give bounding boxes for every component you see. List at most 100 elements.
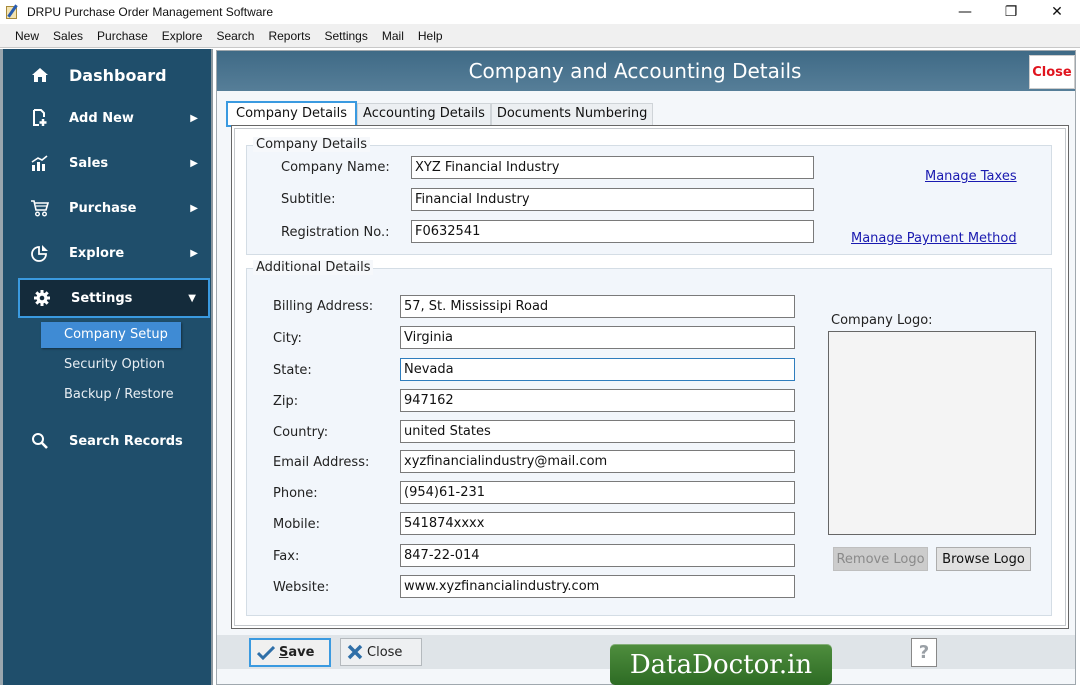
sidebar-item-add-new[interactable]: Add New ▶ bbox=[18, 98, 210, 138]
fax-label: Fax: bbox=[273, 549, 300, 564]
city-label: City: bbox=[273, 331, 302, 346]
add-document-icon bbox=[30, 109, 50, 127]
website-input[interactable] bbox=[400, 575, 795, 598]
menu-explore[interactable]: Explore bbox=[155, 25, 210, 47]
chart-up-icon bbox=[30, 155, 50, 171]
company-logo-label: Company Logo: bbox=[831, 313, 933, 328]
billing-address-label: Billing Address: bbox=[273, 299, 374, 314]
sidebar: Dashboard Add New ▶ Sales ▶ Purchase ▶ E… bbox=[0, 49, 213, 685]
x-icon bbox=[347, 644, 363, 660]
question-icon: ? bbox=[918, 642, 930, 663]
gear-icon bbox=[32, 289, 52, 307]
datadoctor-brand-badge: DataDoctor.in bbox=[610, 644, 832, 685]
window-close-button[interactable]: ✕ bbox=[1034, 0, 1080, 24]
chevron-down-icon: ▼ bbox=[188, 292, 196, 304]
close-icon: ✕ bbox=[1051, 4, 1063, 20]
tab-bar: Company Details Accounting Details Docum… bbox=[226, 101, 654, 127]
title-bar: DRPU Purchase Order Management Software … bbox=[0, 0, 1080, 24]
chevron-right-icon: ▶ bbox=[190, 157, 198, 169]
company-details-group: Company Details Company Name: Subtitle: … bbox=[246, 137, 1052, 255]
save-button[interactable]: Save bbox=[249, 638, 331, 667]
chevron-right-icon: ▶ bbox=[190, 247, 198, 259]
main-panel: Company and Accounting Details Close Com… bbox=[216, 50, 1076, 685]
tab-accounting-details[interactable]: Accounting Details bbox=[357, 103, 491, 125]
menu-settings[interactable]: Settings bbox=[318, 25, 375, 47]
subtitle-label: Subtitle: bbox=[281, 192, 336, 207]
menu-reports[interactable]: Reports bbox=[261, 25, 317, 47]
sidebar-item-search-records[interactable]: Search Records bbox=[18, 421, 210, 461]
email-address-input[interactable] bbox=[400, 450, 795, 473]
city-input[interactable] bbox=[400, 326, 795, 349]
phone-label: Phone: bbox=[273, 486, 318, 501]
minimize-button[interactable]: — bbox=[942, 0, 988, 24]
mobile-input[interactable] bbox=[400, 512, 795, 535]
sidebar-item-purchase[interactable]: Purchase ▶ bbox=[18, 188, 210, 228]
company-name-label: Company Name: bbox=[281, 160, 390, 175]
close-button[interactable]: Close bbox=[340, 638, 422, 666]
minimize-icon: — bbox=[958, 4, 972, 20]
search-icon bbox=[30, 432, 50, 450]
maximize-button[interactable]: ❐ bbox=[988, 0, 1034, 24]
chevron-right-icon: ▶ bbox=[190, 202, 198, 214]
website-label: Website: bbox=[273, 580, 330, 595]
sidebar-item-label: Search Records bbox=[69, 433, 183, 449]
tab-company-details[interactable]: Company Details bbox=[226, 101, 358, 127]
sidebar-subitem-security-option[interactable]: Security Option bbox=[41, 352, 181, 378]
home-icon bbox=[30, 67, 50, 83]
menu-mail[interactable]: Mail bbox=[375, 25, 411, 47]
country-label: Country: bbox=[273, 425, 329, 440]
save-mnemonic: S bbox=[279, 645, 289, 660]
manage-taxes-link[interactable]: Manage Taxes bbox=[925, 169, 1017, 184]
subtitle-input[interactable] bbox=[411, 188, 814, 211]
browse-logo-button[interactable]: Browse Logo bbox=[936, 547, 1031, 571]
fax-input[interactable] bbox=[400, 544, 795, 567]
company-logo-preview[interactable] bbox=[828, 331, 1036, 535]
help-button[interactable]: ? bbox=[911, 638, 937, 667]
menu-search[interactable]: Search bbox=[209, 25, 261, 47]
checkmark-icon bbox=[257, 645, 275, 660]
zip-label: Zip: bbox=[273, 394, 299, 409]
tab-panel: Company Details Company Name: Subtitle: … bbox=[231, 125, 1069, 629]
menu-sales[interactable]: Sales bbox=[46, 25, 90, 47]
billing-address-input[interactable] bbox=[400, 295, 795, 318]
sidebar-item-label: Dashboard bbox=[69, 65, 167, 85]
window-title: DRPU Purchase Order Management Software bbox=[27, 5, 274, 19]
remove-logo-button[interactable]: Remove Logo bbox=[833, 547, 928, 571]
save-label: ave bbox=[288, 645, 315, 660]
group-label: Additional Details bbox=[253, 260, 374, 275]
close-label: Close bbox=[367, 644, 403, 660]
sidebar-subitem-company-setup[interactable]: Company Setup bbox=[41, 322, 181, 348]
registration-no-input[interactable] bbox=[411, 220, 814, 243]
state-label: State: bbox=[273, 363, 312, 378]
tab-documents-numbering[interactable]: Documents Numbering bbox=[490, 103, 654, 125]
sidebar-item-dashboard[interactable]: Dashboard bbox=[18, 55, 210, 95]
header-close-button[interactable]: Close bbox=[1029, 55, 1075, 89]
sidebar-subitem-backup-restore[interactable]: Backup / Restore bbox=[41, 382, 181, 408]
page-title: Company and Accounting Details bbox=[468, 59, 802, 83]
registration-no-label: Registration No.: bbox=[281, 225, 390, 240]
sidebar-item-explore[interactable]: Explore ▶ bbox=[18, 233, 210, 273]
menu-bar: New Sales Purchase Explore Search Report… bbox=[0, 24, 1080, 48]
menu-help[interactable]: Help bbox=[411, 25, 450, 47]
sidebar-item-settings[interactable]: Settings ▼ bbox=[18, 278, 210, 318]
sidebar-item-sales[interactable]: Sales ▶ bbox=[18, 143, 210, 183]
company-name-input[interactable] bbox=[411, 156, 814, 179]
pie-chart-icon bbox=[30, 244, 50, 262]
state-input[interactable] bbox=[400, 358, 795, 381]
sidebar-item-label: Purchase bbox=[69, 200, 137, 216]
mobile-label: Mobile: bbox=[273, 517, 321, 532]
manage-payment-method-link[interactable]: Manage Payment Method bbox=[851, 231, 1017, 246]
chevron-right-icon: ▶ bbox=[190, 112, 198, 124]
menu-new[interactable]: New bbox=[8, 25, 46, 47]
phone-input[interactable] bbox=[400, 481, 795, 504]
email-address-label: Email Address: bbox=[273, 455, 370, 470]
menu-purchase[interactable]: Purchase bbox=[90, 25, 155, 47]
app-logo-icon bbox=[5, 4, 21, 20]
sidebar-item-label: Add New bbox=[69, 110, 134, 126]
cart-icon bbox=[30, 199, 50, 217]
sidebar-item-label: Settings bbox=[71, 290, 133, 306]
country-input[interactable] bbox=[400, 420, 795, 443]
zip-input[interactable] bbox=[400, 389, 795, 412]
restore-icon: ❐ bbox=[1004, 4, 1018, 20]
sidebar-item-label: Explore bbox=[69, 245, 125, 261]
